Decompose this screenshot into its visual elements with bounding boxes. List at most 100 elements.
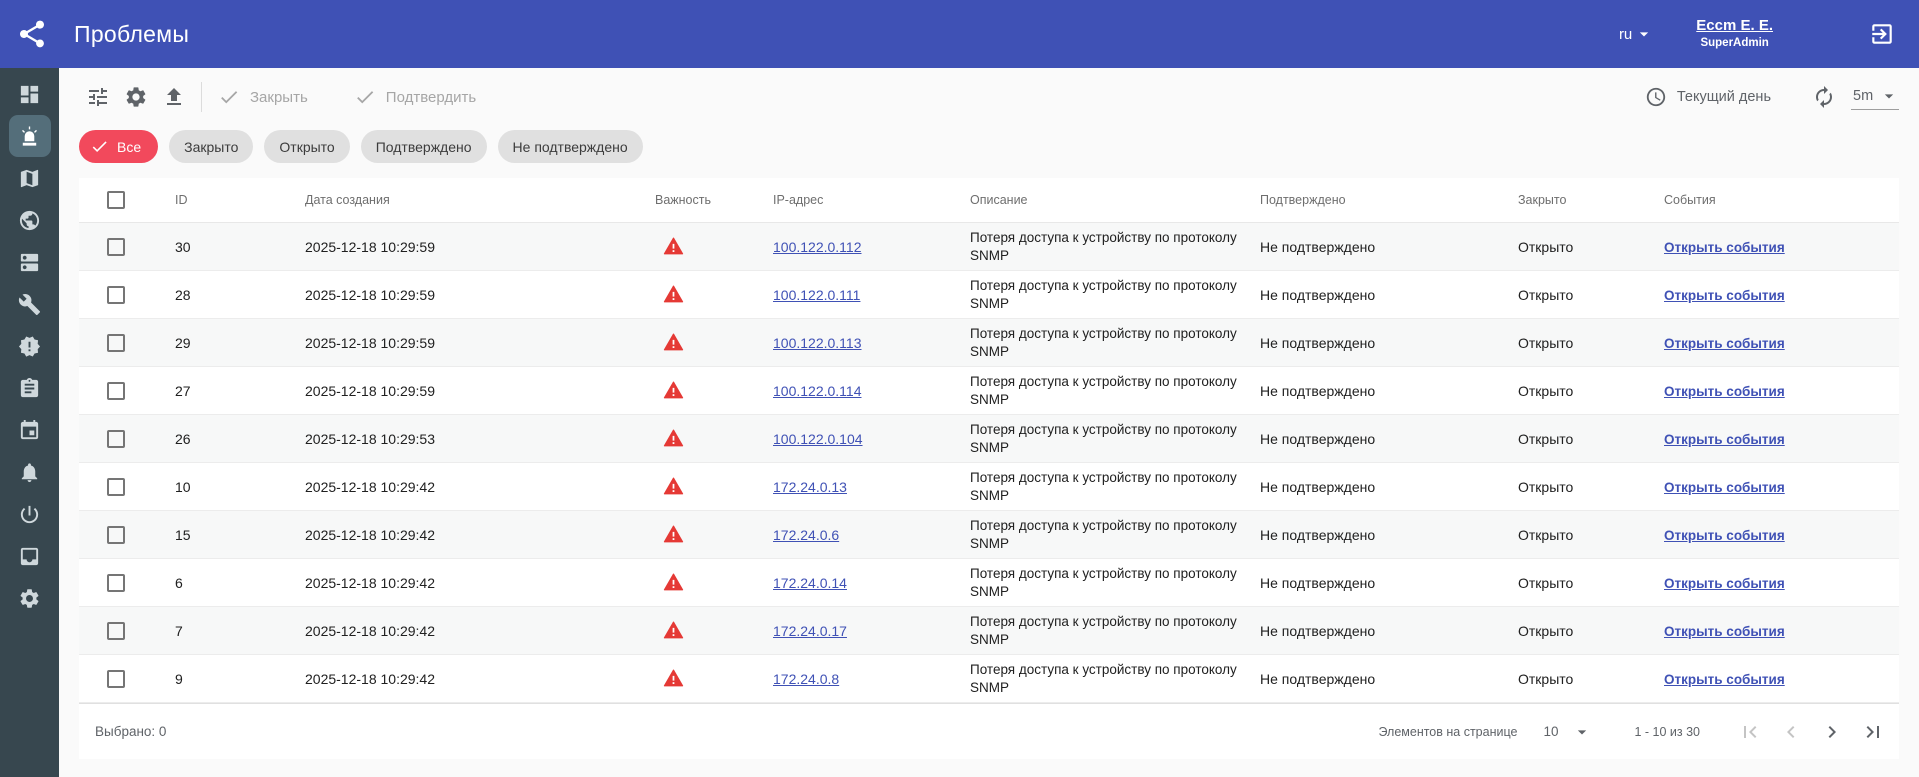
cell-confirmed: Не подтверждено [1252, 511, 1510, 559]
sidebar-item-calendar[interactable] [9, 409, 51, 451]
ip-address-link[interactable]: 172.24.0.8 [773, 671, 839, 687]
open-events-link[interactable]: Открыть события [1664, 240, 1785, 255]
cell-created: 2025-12-18 10:29:42 [297, 511, 647, 559]
ip-address-link[interactable]: 172.24.0.14 [773, 575, 847, 591]
storage-icon [18, 545, 41, 568]
ip-address-link[interactable]: 172.24.0.6 [773, 527, 839, 543]
row-checkbox[interactable] [107, 286, 125, 304]
sidebar-item-alerts[interactable] [9, 325, 51, 367]
ip-address-link[interactable]: 172.24.0.17 [773, 623, 847, 639]
cell-created: 2025-12-18 10:29:59 [297, 319, 647, 367]
ip-address-link[interactable]: 100.122.0.113 [773, 335, 862, 351]
open-events-link[interactable]: Открыть события [1664, 336, 1785, 351]
confirm-problems-button[interactable]: Подтвердить [354, 86, 476, 108]
next-page-button[interactable] [1818, 718, 1846, 746]
sidebar-item-power[interactable] [9, 493, 51, 535]
sidebar-item-web[interactable] [9, 199, 51, 241]
problems-table: ID Дата создания Важность IP-адрес Описа… [79, 178, 1899, 703]
cell-closed: Открыто [1510, 463, 1656, 511]
close-problems-button[interactable]: Закрыть [218, 86, 308, 108]
open-events-link[interactable]: Открыть события [1664, 528, 1785, 543]
select-all-checkbox[interactable] [107, 191, 125, 209]
sidebar-item-tools[interactable] [9, 283, 51, 325]
column-header-closed[interactable]: Закрыто [1510, 178, 1656, 223]
row-checkbox[interactable] [107, 526, 125, 544]
cell-confirmed: Не подтверждено [1252, 607, 1510, 655]
previous-page-button[interactable] [1777, 718, 1805, 746]
open-events-link[interactable]: Открыть события [1664, 624, 1785, 639]
sidebar-item-problems[interactable] [9, 115, 51, 157]
sidebar-item-settings[interactable] [9, 577, 51, 619]
cell-id: 6 [167, 559, 297, 607]
sidebar-item-notifications[interactable] [9, 451, 51, 493]
severity-critical-icon [663, 236, 684, 257]
cell-closed: Открыто [1510, 655, 1656, 703]
user-menu[interactable]: Eccm E. E. SuperAdmin [1696, 17, 1773, 50]
column-header-severity[interactable]: Важность [647, 178, 765, 223]
ip-address-link[interactable]: 100.122.0.104 [773, 431, 863, 447]
column-header-description[interactable]: Описание [962, 178, 1252, 223]
open-events-link[interactable]: Открыть события [1664, 480, 1785, 495]
cell-confirmed: Не подтверждено [1252, 223, 1510, 271]
column-header-events[interactable]: События [1656, 178, 1899, 223]
cell-description: Потеря доступа к устройству по протоколу… [962, 655, 1252, 703]
sidebar [0, 68, 59, 777]
chip-all[interactable]: Все [79, 130, 158, 163]
column-header-created[interactable]: Дата создания [297, 178, 647, 223]
table-settings-button[interactable] [117, 78, 155, 116]
logout-button[interactable] [1867, 19, 1897, 49]
cell-description: Потеря доступа к устройству по протоколу… [962, 319, 1252, 367]
row-checkbox[interactable] [107, 334, 125, 352]
chip-label: Все [117, 139, 141, 155]
ip-address-link[interactable]: 172.24.0.13 [773, 479, 847, 495]
row-checkbox[interactable] [107, 238, 125, 256]
export-button[interactable] [155, 78, 193, 116]
chip-open[interactable]: Открыто [264, 130, 349, 163]
sidebar-item-devices[interactable] [9, 241, 51, 283]
sidebar-item-tasks[interactable] [9, 367, 51, 409]
tools-wrench-icon [18, 293, 41, 316]
table-header-row: ID Дата создания Важность IP-адрес Описа… [79, 178, 1899, 223]
cell-id: 29 [167, 319, 297, 367]
open-events-link[interactable]: Открыть события [1664, 288, 1785, 303]
chip-confirmed[interactable]: Подтверждено [361, 130, 487, 163]
row-checkbox[interactable] [107, 574, 125, 592]
filter-tune-icon [86, 85, 110, 109]
column-header-confirmed[interactable]: Подтверждено [1252, 178, 1510, 223]
cell-description: Потеря доступа к устройству по протоколу… [962, 559, 1252, 607]
period-selector[interactable]: Текущий день [1645, 86, 1771, 108]
chip-unconfirmed[interactable]: Не подтверждено [498, 130, 643, 163]
open-events-link[interactable]: Открыть события [1664, 672, 1785, 687]
open-events-link[interactable]: Открыть события [1664, 384, 1785, 399]
row-checkbox[interactable] [107, 478, 125, 496]
cell-closed: Открыто [1510, 607, 1656, 655]
cell-confirmed: Не подтверждено [1252, 367, 1510, 415]
per-page-select[interactable]: 10 [1543, 722, 1592, 742]
first-page-button[interactable] [1736, 718, 1764, 746]
table-settings-icon [124, 85, 148, 109]
chip-closed[interactable]: Закрыто [169, 130, 253, 163]
column-header-ip[interactable]: IP-адрес [765, 178, 962, 223]
row-checkbox[interactable] [107, 670, 125, 688]
open-events-link[interactable]: Открыть события [1664, 432, 1785, 447]
cell-id: 7 [167, 607, 297, 655]
row-checkbox[interactable] [107, 430, 125, 448]
last-page-button[interactable] [1859, 718, 1887, 746]
row-checkbox[interactable] [107, 622, 125, 640]
app-logo-icon [12, 14, 52, 54]
row-checkbox[interactable] [107, 382, 125, 400]
open-events-link[interactable]: Открыть события [1664, 576, 1785, 591]
caret-down-icon [1634, 24, 1654, 44]
column-header-id[interactable]: ID [167, 178, 297, 223]
ip-address-link[interactable]: 100.122.0.112 [773, 239, 862, 255]
refresh-icon [1812, 85, 1836, 109]
sidebar-item-dashboard[interactable] [9, 73, 51, 115]
refresh-interval-select[interactable]: 5m [1851, 84, 1899, 110]
language-selector[interactable]: ru [1619, 24, 1654, 44]
ip-address-link[interactable]: 100.122.0.111 [773, 287, 860, 303]
sidebar-item-storage[interactable] [9, 535, 51, 577]
ip-address-link[interactable]: 100.122.0.114 [773, 383, 862, 399]
filter-button[interactable] [79, 78, 117, 116]
sidebar-item-map[interactable] [9, 157, 51, 199]
refresh-button[interactable] [1805, 78, 1843, 116]
